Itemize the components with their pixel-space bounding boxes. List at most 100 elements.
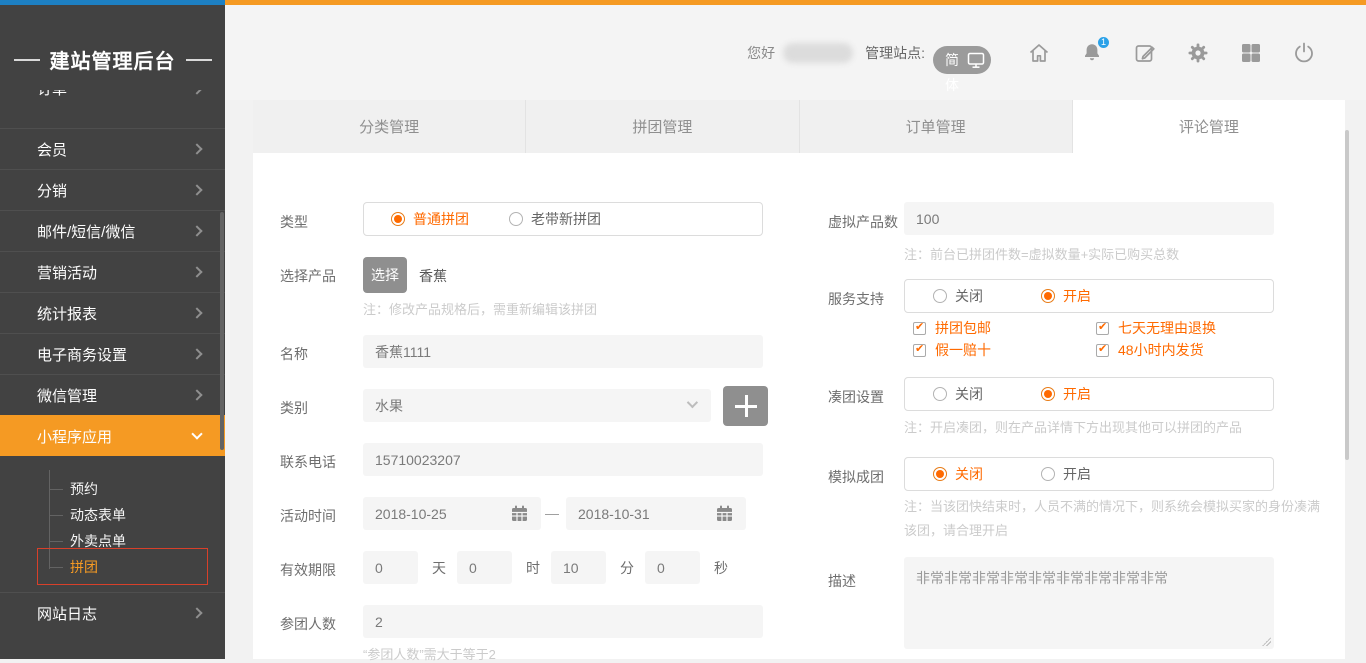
virtual-count-input[interactable]: 100 [904,202,1274,235]
calendar-icon[interactable] [510,504,529,523]
sidebar-scrollbar[interactable] [220,212,224,450]
sidebar-item[interactable]: 电子商务设置 [0,333,225,374]
calendar-icon[interactable] [715,504,734,523]
validity-field: 0 秒 [645,551,739,584]
phone-input[interactable]: 15710023207 [363,443,763,476]
sidebar: 建站管理后台 订单 会员 分销 邮件/短信/微信 营销活动 [0,5,225,659]
sidebar-item-mini-program-apps[interactable]: 小程序应用 [0,415,225,456]
managed-site-label: 管理站点: [865,43,925,63]
choose-product-button[interactable]: 选择 [363,257,407,293]
service-checkbox[interactable]: 拼团包邮 [913,319,1096,337]
phone-label: 联系电话 [280,452,336,472]
chevron-down-icon [687,397,698,408]
start-date-input[interactable]: 2018-10-25 [363,497,541,530]
radio-normal-group-buy[interactable]: 普通拼团 [391,209,469,229]
description-textarea[interactable]: 非常非常非常非常非常非常非常非常非常 [904,557,1274,649]
product-value: 香蕉 [419,266,447,286]
sidebar-submenu: 预约 动态表单 外卖点单 拼团 [0,456,225,592]
edit-icon[interactable] [1133,41,1157,65]
power-icon[interactable] [1292,41,1316,65]
form-panel: 类型 普通拼团 老带新拼团 选择产品 选择 香蕉 注：修改产品规格后，需重新编辑… [253,153,1345,659]
radio-service-off[interactable]: 关闭 [933,286,983,306]
radio-icon [391,212,405,226]
add-category-button[interactable] [723,386,768,426]
tab-label: 拼团管理 [632,116,692,137]
validity-label: 有效期限 [280,560,336,580]
sidebar-item[interactable]: 分销 [0,169,225,210]
validity-value-input[interactable]: 0 [363,551,418,584]
sidebar-item[interactable]: 统计报表 [0,292,225,333]
product-label: 选择产品 [280,266,336,286]
radio-icon [933,387,947,401]
sidebar-item-site-logs[interactable]: 网站日志 [0,592,225,633]
chevron-right-icon [191,143,202,154]
chevron-right-icon [191,266,202,277]
tab[interactable]: 拼团管理 [526,100,799,153]
chevron-right-icon [191,225,202,236]
sidebar-item[interactable]: 营销活动 [0,251,225,292]
validity-field: 0 天 [363,551,457,584]
validity-unit-label: 时 [526,558,540,578]
radio-simulate-on[interactable]: 开启 [1041,464,1091,484]
service-checkbox[interactable]: 48小时内发货 [1096,341,1293,359]
time-label: 活动时间 [280,506,336,526]
name-input[interactable]: 香蕉1111 [363,335,763,368]
radio-gather-off[interactable]: 关闭 [933,384,983,404]
tab-bar: 分类管理 拼团管理 订单管理 评论管理 [253,100,1345,153]
sidebar-item[interactable]: 邮件/短信/微信 [0,210,225,251]
service-checkbox[interactable]: 七天无理由退换 [1096,319,1293,337]
validity-unit-label: 秒 [714,558,728,578]
language-char-overflow: 体 [945,75,959,95]
validity-field: 0 时 [457,551,551,584]
tab[interactable]: 订单管理 [800,100,1073,153]
header: 您好 管理站点: 简 体 [225,5,1366,100]
simulate-radio-group: 关闭 开启 [904,457,1274,491]
checkbox-icon [1096,344,1109,357]
validity-fields: 0 天 0 时 10 分 0 秒 [363,551,739,584]
service-checkbox[interactable]: 假一赔十 [913,341,1096,359]
content-scrollbar[interactable] [1345,130,1349,460]
radio-icon [1041,289,1055,303]
sidebar-item[interactable]: 会员 [0,128,225,169]
chevron-right-icon [191,389,202,400]
sidebar-menu: 会员 分销 邮件/短信/微信 营销活动 统计报表 电子商务设置 [0,128,225,633]
resize-handle-icon[interactable] [1262,637,1271,646]
name-label: 名称 [280,344,308,364]
gather-note: 注：开启凑团，则在产品详情下方出现其他可以拼团的产品 [904,417,1242,436]
monitor-icon [967,51,985,69]
group-size-label: 参团人数 [280,614,336,634]
sidebar-item-label: 邮件/短信/微信 [37,221,135,242]
sidebar-item-clipped[interactable]: 订单 [0,90,225,128]
validity-value-input[interactable]: 10 [551,551,606,584]
bell-icon[interactable]: 1 [1080,41,1104,65]
chevron-right-icon [191,348,202,359]
sidebar-subitem-label: 预约 [70,479,98,499]
language-char: 简 [945,50,959,70]
tab[interactable]: 评论管理 [1073,100,1345,153]
language-pill[interactable]: 简 [933,46,991,74]
apps-grid-icon[interactable] [1239,41,1263,65]
end-date-input[interactable]: 2018-10-31 [566,497,746,530]
gear-icon[interactable] [1186,41,1210,65]
radio-service-on[interactable]: 开启 [1041,286,1091,306]
gather-radio-group: 关闭 开启 [904,377,1274,411]
sidebar-subitem[interactable]: 动态表单 [0,502,225,528]
radio-gather-on[interactable]: 开启 [1041,384,1091,404]
sidebar-item-label: 会员 [37,139,67,160]
validity-value-input[interactable]: 0 [645,551,700,584]
service-support-label: 服务支持 [828,289,884,309]
home-icon[interactable] [1027,41,1051,65]
radio-referral-group-buy[interactable]: 老带新拼团 [509,209,601,229]
sidebar-item[interactable]: 微信管理 [0,374,225,415]
category-select[interactable]: 水果 [363,389,711,422]
active-subitem-highlight-box [37,548,208,585]
tab[interactable]: 分类管理 [253,100,526,153]
language-selector[interactable]: 简 体 [933,46,991,74]
type-radio-group: 普通拼团 老带新拼团 [363,202,763,236]
sidebar-subitem-label: 动态表单 [70,505,126,525]
sidebar-subitem[interactable]: 预约 [0,476,225,502]
validity-value-input[interactable]: 0 [457,551,512,584]
radio-simulate-off[interactable]: 关闭 [933,464,983,484]
group-size-input[interactable]: 2 [363,605,763,638]
tab-label: 订单管理 [906,116,966,137]
